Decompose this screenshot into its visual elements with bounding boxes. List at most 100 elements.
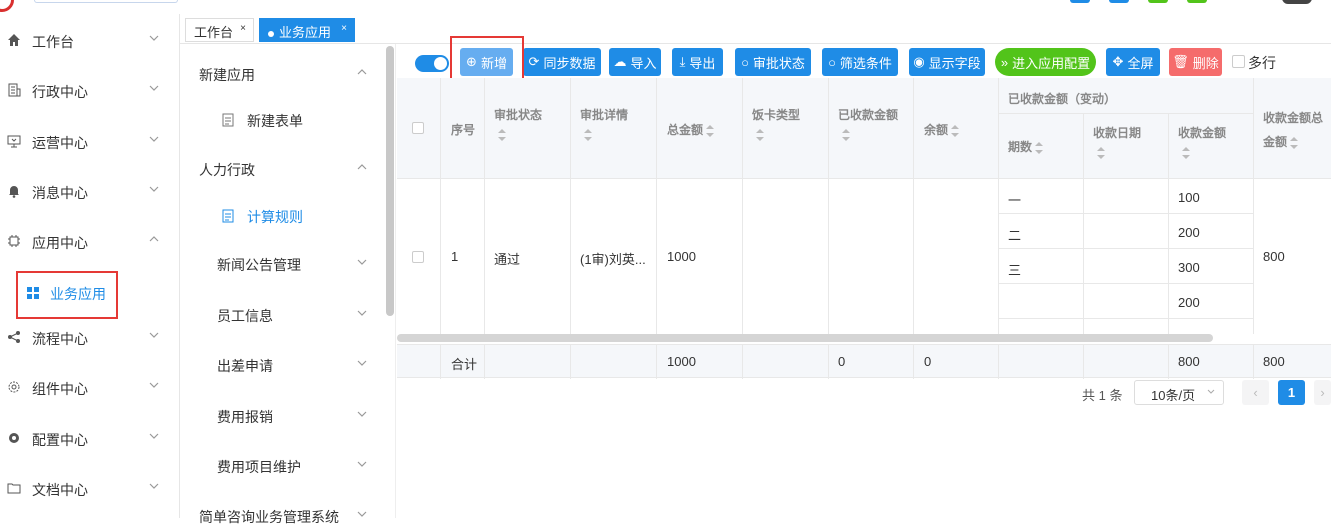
multi-row-checkbox[interactable] <box>1232 55 1245 68</box>
sidebar-item-operation[interactable]: 运营中心 <box>0 121 180 161</box>
menu-group-consulting[interactable]: 简单咨询业务管理系统 <box>199 507 339 527</box>
sidebar-item-message[interactable]: 消息中心 <box>0 171 180 211</box>
sort-icon[interactable] <box>706 124 715 137</box>
enter-config-button[interactable]: » 进入应用配置 <box>995 48 1096 76</box>
avatar[interactable] <box>1282 0 1312 4</box>
view-toggle-switch[interactable] <box>415 55 449 72</box>
move-icon: ✥ <box>1112 54 1124 69</box>
sidebar-item-app-center[interactable]: 应用中心 <box>0 221 180 261</box>
th-total[interactable]: 总金额 <box>667 121 715 138</box>
sidebar-item-docs[interactable]: 文档中心 <box>0 468 180 508</box>
menu-item-business-trip[interactable]: 出差申请 <box>217 356 273 376</box>
sync-button[interactable]: ⟳ 同步数据 <box>523 48 601 76</box>
top-action-icon[interactable] <box>1109 0 1129 3</box>
sort-icon[interactable] <box>756 129 764 141</box>
sort-icon[interactable] <box>1290 136 1299 149</box>
chevron-down-icon[interactable] <box>356 508 368 520</box>
sidebar-sub-label: 业务应用 <box>50 286 106 302</box>
table-h-scrollbar[interactable] <box>397 334 1213 342</box>
show-fields-label: 显示字段 <box>928 55 981 71</box>
chevron-down-icon[interactable] <box>356 307 368 319</box>
sidebar-item-label: 行政中心 <box>32 84 88 100</box>
divider <box>828 345 829 379</box>
menu-item-employee[interactable]: 员工信息 <box>217 306 273 326</box>
th-receive-date[interactable]: 收款日期 <box>1093 124 1141 159</box>
chevron-down-icon <box>149 35 159 41</box>
delete-button[interactable]: 🗑 删除 <box>1169 48 1222 76</box>
menu-item-expense-item[interactable]: 费用项目维护 <box>217 457 301 477</box>
bell-icon <box>9 186 19 198</box>
sidebar-item-workbench[interactable]: 工作台 <box>0 20 180 60</box>
th-received[interactable]: 已收款金额 <box>838 106 898 141</box>
prev-page-button[interactable]: ‹ <box>1242 380 1269 405</box>
show-fields-button[interactable]: ◉ 显示字段 <box>909 48 985 76</box>
top-action-icon[interactable] <box>1148 0 1168 3</box>
chevron-down-icon <box>149 136 159 142</box>
cell-receive-amount: 200 <box>1178 225 1200 240</box>
page-size-select[interactable]: 10条/页 <box>1134 380 1224 405</box>
sort-icon[interactable] <box>1097 147 1105 159</box>
th-receive-total[interactable]: 收款金额总金额 <box>1263 106 1327 154</box>
close-icon[interactable]: × <box>341 23 347 34</box>
sort-icon[interactable] <box>1182 147 1190 159</box>
summary-total: 1000 <box>667 354 696 369</box>
sort-icon[interactable] <box>1035 141 1044 154</box>
th-receive-amount[interactable]: 收款金额 <box>1178 124 1226 159</box>
sidebar-item-process[interactable]: 流程中心 <box>0 317 180 357</box>
menu-group-new-app[interactable]: 新建应用 <box>199 65 255 85</box>
top-action-icon[interactable] <box>1187 0 1207 3</box>
divider <box>656 345 657 379</box>
tab-business-app[interactable]: 业务应用 × <box>259 18 355 42</box>
sidebar-item-business-app[interactable]: 业务应用 <box>16 271 118 319</box>
select-all-checkbox[interactable] <box>412 122 424 134</box>
menu-item-calc-rule[interactable]: 计算规则 <box>247 207 303 227</box>
filter-button[interactable]: ○ 筛选条件 <box>822 48 898 76</box>
approval-status-label: 审批状态 <box>752 55 805 71</box>
export-label: 导出 <box>689 55 716 71</box>
share-icon <box>8 331 20 343</box>
sidebar-item-config[interactable]: 配置中心 <box>0 418 180 458</box>
sidebar-item-admin[interactable]: 行政中心 <box>0 70 180 110</box>
th-meal-card[interactable]: 饭卡类型 <box>752 106 800 141</box>
th-approval-status[interactable]: 审批状态 <box>494 106 542 141</box>
th-approval-detail[interactable]: 审批详情 <box>580 106 628 141</box>
tab-workbench[interactable]: 工作台 × <box>185 18 254 42</box>
sidebar-item-component[interactable]: 组件中心 <box>0 367 180 407</box>
export-button[interactable]: ⤓ 导出 <box>672 48 723 76</box>
menu-scrollbar[interactable] <box>386 46 394 316</box>
sort-icon[interactable] <box>842 129 850 141</box>
divider <box>913 345 914 379</box>
eye-icon: ◉ <box>913 54 925 69</box>
menu-item-expense[interactable]: 费用报销 <box>217 407 273 427</box>
cell-approval-detail[interactable]: (1审)刘英... <box>580 249 646 268</box>
top-action-icon[interactable] <box>1070 0 1090 3</box>
sidebar: 工作台 行政中心 运营中心 消息中心 应用中心 业务应用 流程中心 组件中心 配… <box>0 14 180 518</box>
logo <box>0 0 14 12</box>
tab-label: 业务应用 <box>279 25 332 40</box>
chevron-down-icon[interactable] <box>356 256 368 268</box>
close-icon[interactable]: × <box>240 23 246 34</box>
chevron-up-icon[interactable] <box>356 66 368 78</box>
fullscreen-button[interactable]: ✥ 全屏 <box>1106 48 1160 76</box>
page-number-button[interactable]: 1 <box>1278 380 1305 405</box>
chevron-down-icon[interactable] <box>356 408 368 420</box>
chevron-up-icon[interactable] <box>356 161 368 173</box>
th-balance[interactable]: 余额 <box>924 121 960 138</box>
top-search-input[interactable] <box>34 0 178 3</box>
sort-icon[interactable] <box>584 129 592 141</box>
approval-status-button[interactable]: ○ 审批状态 <box>735 48 811 76</box>
th-period[interactable]: 期数 <box>1008 138 1044 155</box>
sort-icon[interactable] <box>498 129 506 141</box>
row-checkbox[interactable] <box>412 251 424 263</box>
divider <box>828 78 829 334</box>
chevron-down-icon[interactable] <box>356 357 368 369</box>
divider <box>998 78 999 334</box>
sort-icon[interactable] <box>951 124 960 137</box>
chevron-down-icon[interactable] <box>356 458 368 470</box>
menu-item-news[interactable]: 新闻公告管理 <box>217 255 301 275</box>
cell-period: 三 <box>1008 263 1022 278</box>
menu-group-hr[interactable]: 人力行政 <box>199 160 255 180</box>
next-page-button[interactable]: › <box>1314 380 1331 405</box>
import-button[interactable]: ☁ 导入 <box>609 48 661 76</box>
menu-item-new-form[interactable]: 新建表单 <box>247 111 303 131</box>
